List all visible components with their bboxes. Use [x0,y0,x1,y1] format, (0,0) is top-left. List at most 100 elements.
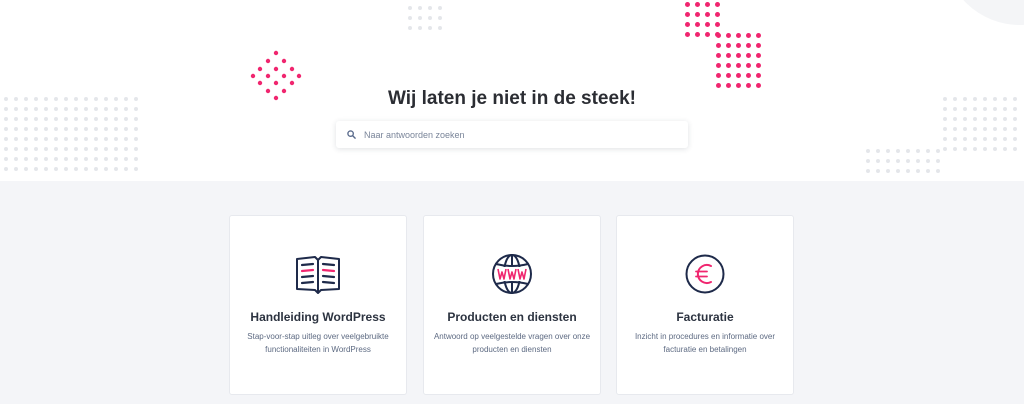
decorative-dot [84,127,88,131]
decorative-dot [94,137,98,141]
decorative-dot [84,137,88,141]
decorative-dot [746,43,751,48]
decorative-dot [124,147,128,151]
decorative-dot [866,169,870,173]
globe-www-icon [424,252,600,296]
decorative-dot [973,127,977,131]
decorative-dot [906,169,910,173]
decorative-dot [34,117,38,121]
decorative-dot [953,117,957,121]
decorative-dot [736,63,741,68]
decorative-dot [134,137,138,141]
decorative-dot [64,137,68,141]
decorative-dot [114,147,118,151]
decorative-dot [756,33,761,38]
decorative-dot [4,167,8,171]
search-box[interactable] [336,121,688,148]
decorative-dot [418,16,422,20]
decorative-dot [54,127,58,131]
decorative-dot [715,22,720,27]
decorative-dot [886,149,890,153]
decorative-dot [876,159,880,163]
decorative-dot [756,53,761,58]
decorative-dot [428,16,432,20]
decorative-dot [14,137,18,141]
decorative-dot [993,127,997,131]
decorative-dot [963,137,967,141]
decorative-dot [74,157,78,161]
decorative-dot [993,137,997,141]
decorative-dot [24,147,28,151]
decorative-dot [983,117,987,121]
decorative-dot [64,147,68,151]
decorative-dot [756,63,761,68]
decorative-dot [44,157,48,161]
decorative-dot [428,6,432,10]
decorative-dot [64,117,68,121]
decorative-dot [866,159,870,163]
decorative-dot [104,167,108,171]
decorative-dot [438,26,442,30]
decorative-dot [408,26,412,30]
decorative-dot [14,167,18,171]
decorative-dot [428,26,432,30]
decorative-dot [44,147,48,151]
category-card-wordpress[interactable]: Handleiding WordPress Stap-voor-stap uit… [229,215,407,395]
search-input[interactable] [362,129,674,140]
decorative-dot [736,43,741,48]
decorative-dot [54,147,58,151]
decorative-dot [4,137,8,141]
decorative-dot [876,149,880,153]
decorative-dot [24,117,28,121]
decorative-dot [134,167,138,171]
decorative-dot [14,147,18,151]
decorative-dot [114,117,118,121]
decorative-dot [94,167,98,171]
decorative-dot [756,73,761,78]
search-icon [340,130,362,139]
decorative-dot [114,127,118,131]
decorative-dot [84,157,88,161]
decorative-dot [736,53,741,58]
decorative-dot [134,117,138,121]
decorative-dot [124,167,128,171]
decorative-dot [34,137,38,141]
decorative-dot [4,117,8,121]
decorative-dot [124,137,128,141]
decorative-dot [34,127,38,131]
decorative-dot [896,149,900,153]
decorative-dot [438,16,442,20]
decorative-dot [886,169,890,173]
decorative-dot [24,127,28,131]
category-card-billing[interactable]: Facturatie Inzicht in procedures en info… [616,215,794,395]
decorative-dot [896,159,900,163]
decorative-dot [114,167,118,171]
hero-section: Wij laten je niet in de steek! [0,0,1024,181]
category-card-products[interactable]: Producten en diensten Antwoord op veelge… [423,215,601,395]
decorative-dot [983,137,987,141]
decorative-dot [736,73,741,78]
decorative-dot [695,32,700,37]
page-title: Wij laten je niet in de steek! [388,88,636,109]
decorative-dot [24,137,28,141]
decorative-dot [886,159,890,163]
decorative-dot [34,147,38,151]
decorative-dot [4,127,8,131]
decorative-dots-top [408,6,442,30]
decorative-dot [685,2,690,7]
decorative-dot [1013,137,1017,141]
decorative-dot [943,117,947,121]
decorative-dot [44,127,48,131]
decorative-dot [926,159,930,163]
decorative-dot [993,147,997,151]
decorative-dot [953,137,957,141]
decorative-dot [1003,137,1007,141]
decorative-dot [84,147,88,151]
decorative-dot [64,167,68,171]
decorative-dot [716,43,721,48]
decorative-dot [705,22,710,27]
decorative-dot [756,43,761,48]
decorative-dot [695,22,700,27]
decorative-dot [134,157,138,161]
card-title: Handleiding WordPress [250,310,386,324]
